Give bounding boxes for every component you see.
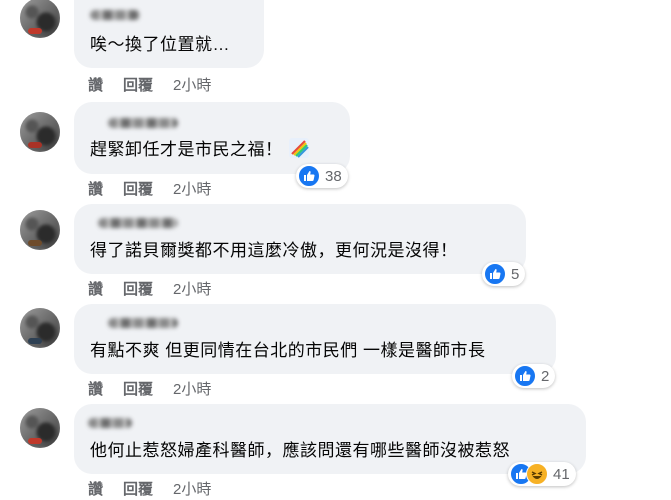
comment-text: 趕緊卸任才是市民之福！ bbox=[90, 138, 309, 161]
reaction-count: 2 bbox=[541, 367, 550, 385]
like-button[interactable]: 讚 bbox=[88, 281, 103, 298]
like-button[interactable]: 讚 bbox=[88, 381, 103, 398]
avatar[interactable] bbox=[20, 210, 60, 250]
reaction-summary[interactable]: 2 bbox=[512, 364, 556, 388]
like-button[interactable]: 讚 bbox=[88, 77, 103, 94]
author-name-blurred[interactable] bbox=[88, 418, 132, 428]
comment-bubble: 他何止惹怒婦產科醫師，應該問還有哪些醫師沒被惹怒 bbox=[74, 404, 586, 474]
reaction-count: 5 bbox=[511, 265, 520, 283]
author-name-blurred[interactable] bbox=[108, 318, 178, 328]
comment-bubble: 唉～換了位置就… bbox=[74, 0, 264, 68]
reply-button[interactable]: 回覆 bbox=[123, 181, 153, 198]
comment-text: 有點不爽 但更同情在台北的市民們 一樣是醫師市長 bbox=[90, 341, 486, 360]
comment-text: 他何止惹怒婦產科醫師，應該問還有哪些醫師沒被惹怒 bbox=[90, 441, 510, 460]
like-button[interactable]: 讚 bbox=[88, 481, 103, 498]
avatar[interactable] bbox=[20, 408, 60, 448]
timestamp[interactable]: 2小時 bbox=[173, 481, 211, 498]
reaction-summary[interactable]: 38 bbox=[296, 164, 348, 188]
reaction-summary[interactable]: 41 bbox=[508, 462, 576, 486]
comment-actions: 讚 回覆 2小時 bbox=[88, 478, 211, 499]
comment-bubble: 得了諾貝爾獎都不用這麼冷傲，更何況是沒得！ bbox=[74, 204, 526, 274]
timestamp[interactable]: 2小時 bbox=[173, 281, 211, 298]
like-reaction-icon bbox=[514, 365, 536, 387]
author-name-blurred[interactable] bbox=[90, 10, 140, 20]
comment-actions: 讚 回覆 2小時 bbox=[88, 178, 211, 199]
author-name-blurred[interactable] bbox=[98, 218, 178, 228]
timestamp[interactable]: 2小時 bbox=[173, 381, 211, 398]
reply-button[interactable]: 回覆 bbox=[123, 481, 153, 498]
reply-button[interactable]: 回覆 bbox=[123, 77, 153, 94]
avatar[interactable] bbox=[20, 308, 60, 348]
comment-bubble: 有點不爽 但更同情在台北的市民們 一樣是醫師市長 bbox=[74, 304, 556, 374]
reaction-count: 38 bbox=[325, 167, 342, 185]
timestamp[interactable]: 2小時 bbox=[173, 181, 211, 198]
comment-text: 得了諾貝爾獎都不用這麼冷傲，更何況是沒得！ bbox=[90, 241, 458, 260]
rainbow-icon bbox=[288, 138, 309, 158]
avatar[interactable] bbox=[20, 112, 60, 152]
timestamp[interactable]: 2小時 bbox=[173, 77, 211, 94]
like-reaction-icon bbox=[484, 263, 506, 285]
haha-reaction-icon bbox=[526, 463, 548, 485]
avatar[interactable] bbox=[20, 0, 60, 38]
comment-actions: 讚 回覆 2小時 bbox=[88, 278, 211, 299]
comment-actions: 讚 回覆 2小時 bbox=[88, 74, 211, 95]
reply-button[interactable]: 回覆 bbox=[123, 281, 153, 298]
comment-text: 唉～換了位置就… bbox=[90, 35, 230, 54]
like-reaction-icon bbox=[298, 165, 320, 187]
reaction-summary[interactable]: 5 bbox=[482, 262, 526, 286]
reply-button[interactable]: 回覆 bbox=[123, 381, 153, 398]
like-button[interactable]: 讚 bbox=[88, 181, 103, 198]
author-name-blurred[interactable] bbox=[108, 118, 178, 128]
reaction-count: 41 bbox=[553, 465, 570, 483]
comment-actions: 讚 回覆 2小時 bbox=[88, 378, 211, 399]
